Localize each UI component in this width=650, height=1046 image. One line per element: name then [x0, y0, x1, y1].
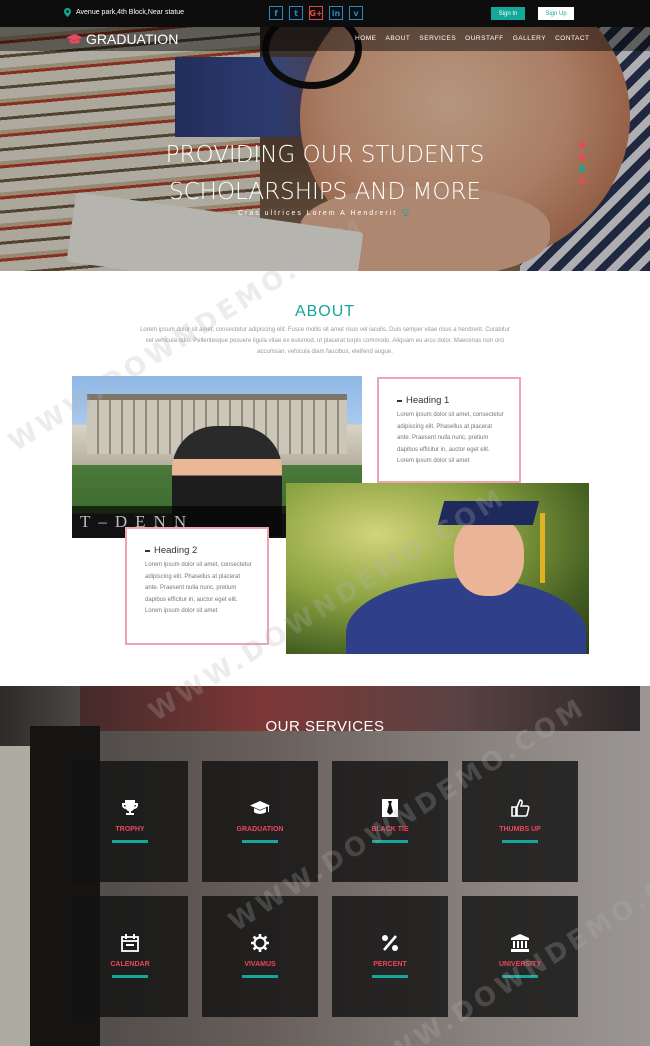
gear-icon	[251, 934, 269, 952]
nav-menu: HOME ABOUT SERVICES OURSTAFF GALLERY CON…	[355, 35, 590, 42]
trophy-icon	[122, 800, 138, 815]
nav-item-home[interactable]: HOME	[355, 35, 377, 42]
service-underline	[112, 840, 148, 843]
slider-dots	[579, 142, 585, 184]
service-underline	[112, 975, 148, 978]
graduate-thumbs-up-photo	[286, 483, 589, 654]
slider-dot[interactable]	[579, 178, 585, 184]
vimeo-icon[interactable]: v	[349, 6, 363, 20]
card-heading: Heading 1	[397, 395, 519, 406]
heading-card-2: Heading 2 Lorem ipsum dolor sit amet, co…	[125, 527, 269, 645]
percent-icon	[382, 935, 398, 951]
photo-tassel	[540, 513, 545, 583]
service-underline	[242, 975, 278, 978]
logo-text: GRADUATION	[86, 31, 179, 47]
address: Avenue park,4th Block,Near statue	[64, 8, 184, 17]
hero-title: PROVIDING OUR STUDENTS SCHOLARSHIPS AND …	[150, 137, 500, 211]
about-title: ABOUT	[294, 303, 356, 320]
service-tile-percent[interactable]: PERCENT	[332, 896, 448, 1017]
service-underline	[242, 840, 278, 843]
service-label: CALENDAR	[110, 961, 150, 968]
main-nav: GRADUATION HOME ABOUT SERVICES OURSTAFF …	[0, 27, 650, 51]
university-icon	[511, 934, 529, 952]
slider-dot[interactable]	[579, 154, 585, 160]
thumbs-up-icon	[511, 799, 530, 817]
slider-dot[interactable]	[579, 142, 585, 148]
service-underline	[372, 975, 408, 978]
map-pin-icon	[64, 8, 71, 17]
site-logo[interactable]: GRADUATION	[66, 31, 178, 47]
calendar-icon	[121, 934, 139, 952]
card-heading: Heading 2	[145, 545, 267, 556]
linkedin-icon[interactable]: in	[329, 6, 343, 20]
photo-gown	[346, 578, 586, 654]
facebook-icon[interactable]: f	[269, 6, 283, 20]
sign-in-button[interactable]: Sign In	[491, 7, 525, 20]
service-label: VIVAMUS	[244, 961, 276, 968]
graduation-cap-icon	[66, 34, 83, 44]
dash-icon	[397, 399, 402, 402]
card-2-text: Lorem ipsum dolor sit amet, consectetur …	[145, 562, 252, 614]
top-info-bar: Avenue park,4th Block,Near statue f t G+…	[0, 0, 650, 27]
service-label: TROPHY	[115, 826, 145, 833]
nav-item-ourstaff[interactable]: OURSTAFF	[465, 35, 504, 42]
card-1-heading: Heading 1	[406, 395, 450, 406]
google-plus-icon[interactable]: G+	[309, 6, 323, 20]
card-2-heading: Heading 2	[154, 545, 198, 556]
nav-item-contact[interactable]: CONTACT	[555, 35, 589, 42]
service-tile-trophy[interactable]: TROPHY	[72, 761, 188, 882]
hero-title-line-2: SCHOLARSHIPS AND MORE	[169, 179, 481, 205]
service-label: GRADUATION	[236, 826, 284, 833]
graduation-cap-icon	[250, 801, 270, 814]
service-tile-calendar[interactable]: CALENDAR	[72, 896, 188, 1017]
address-text: Avenue park,4th Block,Near statue	[76, 9, 185, 16]
card-1-text: Lorem ipsum dolor sit amet, consectetur …	[397, 412, 504, 464]
twitter-icon[interactable]: t	[289, 6, 303, 20]
hero-title-line-1: PROVIDING OUR STUDENTS	[165, 142, 485, 168]
sign-up-button[interactable]: Sign Up	[538, 7, 574, 20]
nav-item-about[interactable]: ABOUT	[386, 35, 411, 42]
page: Avenue park,4th Block,Near statue f t G+…	[0, 0, 650, 1046]
nav-item-services[interactable]: SERVICES	[419, 35, 456, 42]
slider-dot-active[interactable]	[579, 166, 585, 172]
trophy-icon: 🏆︎	[401, 210, 413, 217]
heading-card-1: Heading 1 Lorem ipsum dolor sit amet, co…	[377, 377, 521, 483]
dash-icon	[145, 549, 150, 552]
service-label: THUMBS UP	[499, 826, 541, 833]
social-links: f t G+ in v	[269, 6, 363, 20]
service-underline	[502, 840, 538, 843]
service-label: PERCENT	[373, 961, 407, 968]
hero-subtitle-text: Cras ultrices Lorem A Hendrerit	[237, 210, 398, 217]
nav-item-gallery[interactable]: GALLERY	[513, 35, 546, 42]
hero-subtitle: Cras ultrices Lorem A Hendrerit 🏆︎	[200, 209, 450, 217]
